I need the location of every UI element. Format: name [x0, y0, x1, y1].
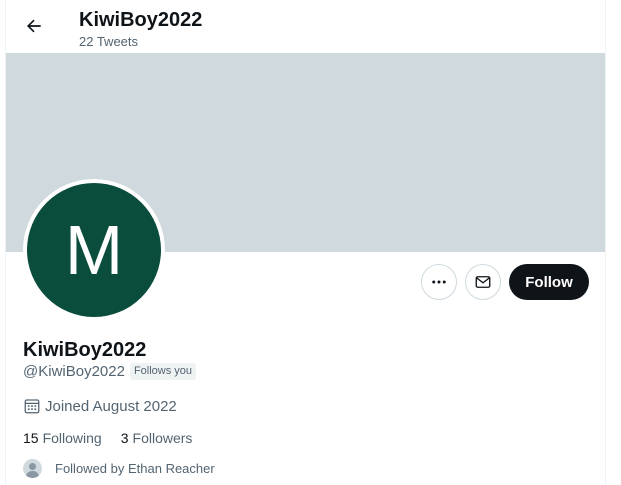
more-horizontal-icon: [432, 280, 446, 284]
profile-avatar[interactable]: M: [23, 179, 165, 321]
following-link[interactable]: 15 Following: [23, 430, 102, 446]
display-name: KiwiBoy2022: [23, 339, 147, 361]
followed-by-text: Followed by Ethan Reacher: [55, 461, 215, 476]
follows-you-badge: Follows you: [129, 362, 197, 380]
following-label: Following: [42, 430, 102, 446]
back-button[interactable]: [17, 9, 51, 43]
following-count: 15: [23, 430, 39, 446]
followers-link[interactable]: 3 Followers: [121, 430, 193, 446]
followers-count: 3: [120, 430, 129, 446]
follow-stats: 15 Following 3 Followers: [23, 430, 192, 446]
profile-column: KiwiBoy2022 22 Tweets M Follow KiwiBoy20…: [5, 0, 606, 485]
user-handle: @KiwiBoy2022: [23, 362, 125, 380]
handle-row: @KiwiBoy2022 Follows you: [23, 362, 197, 380]
envelope-icon: [475, 276, 491, 288]
message-button[interactable]: [465, 264, 501, 300]
joined-date: Joined August 2022: [45, 397, 177, 415]
followed-by-row[interactable]: Followed by Ethan Reacher: [23, 459, 215, 478]
header-title: KiwiBoy2022: [79, 9, 203, 31]
arrow-left-icon: [26, 19, 41, 33]
tweet-count: 22 Tweets: [79, 34, 139, 49]
follower-avatar: [23, 459, 42, 478]
followers-label: Followers: [132, 430, 193, 446]
more-button[interactable]: [421, 264, 457, 300]
profile-header-bar: KiwiBoy2022 22 Tweets: [6, 0, 605, 53]
avatar-letter: M: [27, 183, 161, 317]
follow-button[interactable]: Follow: [509, 264, 589, 300]
calendar-icon: [24, 399, 40, 414]
joined-date-row: Joined August 2022: [23, 397, 177, 415]
